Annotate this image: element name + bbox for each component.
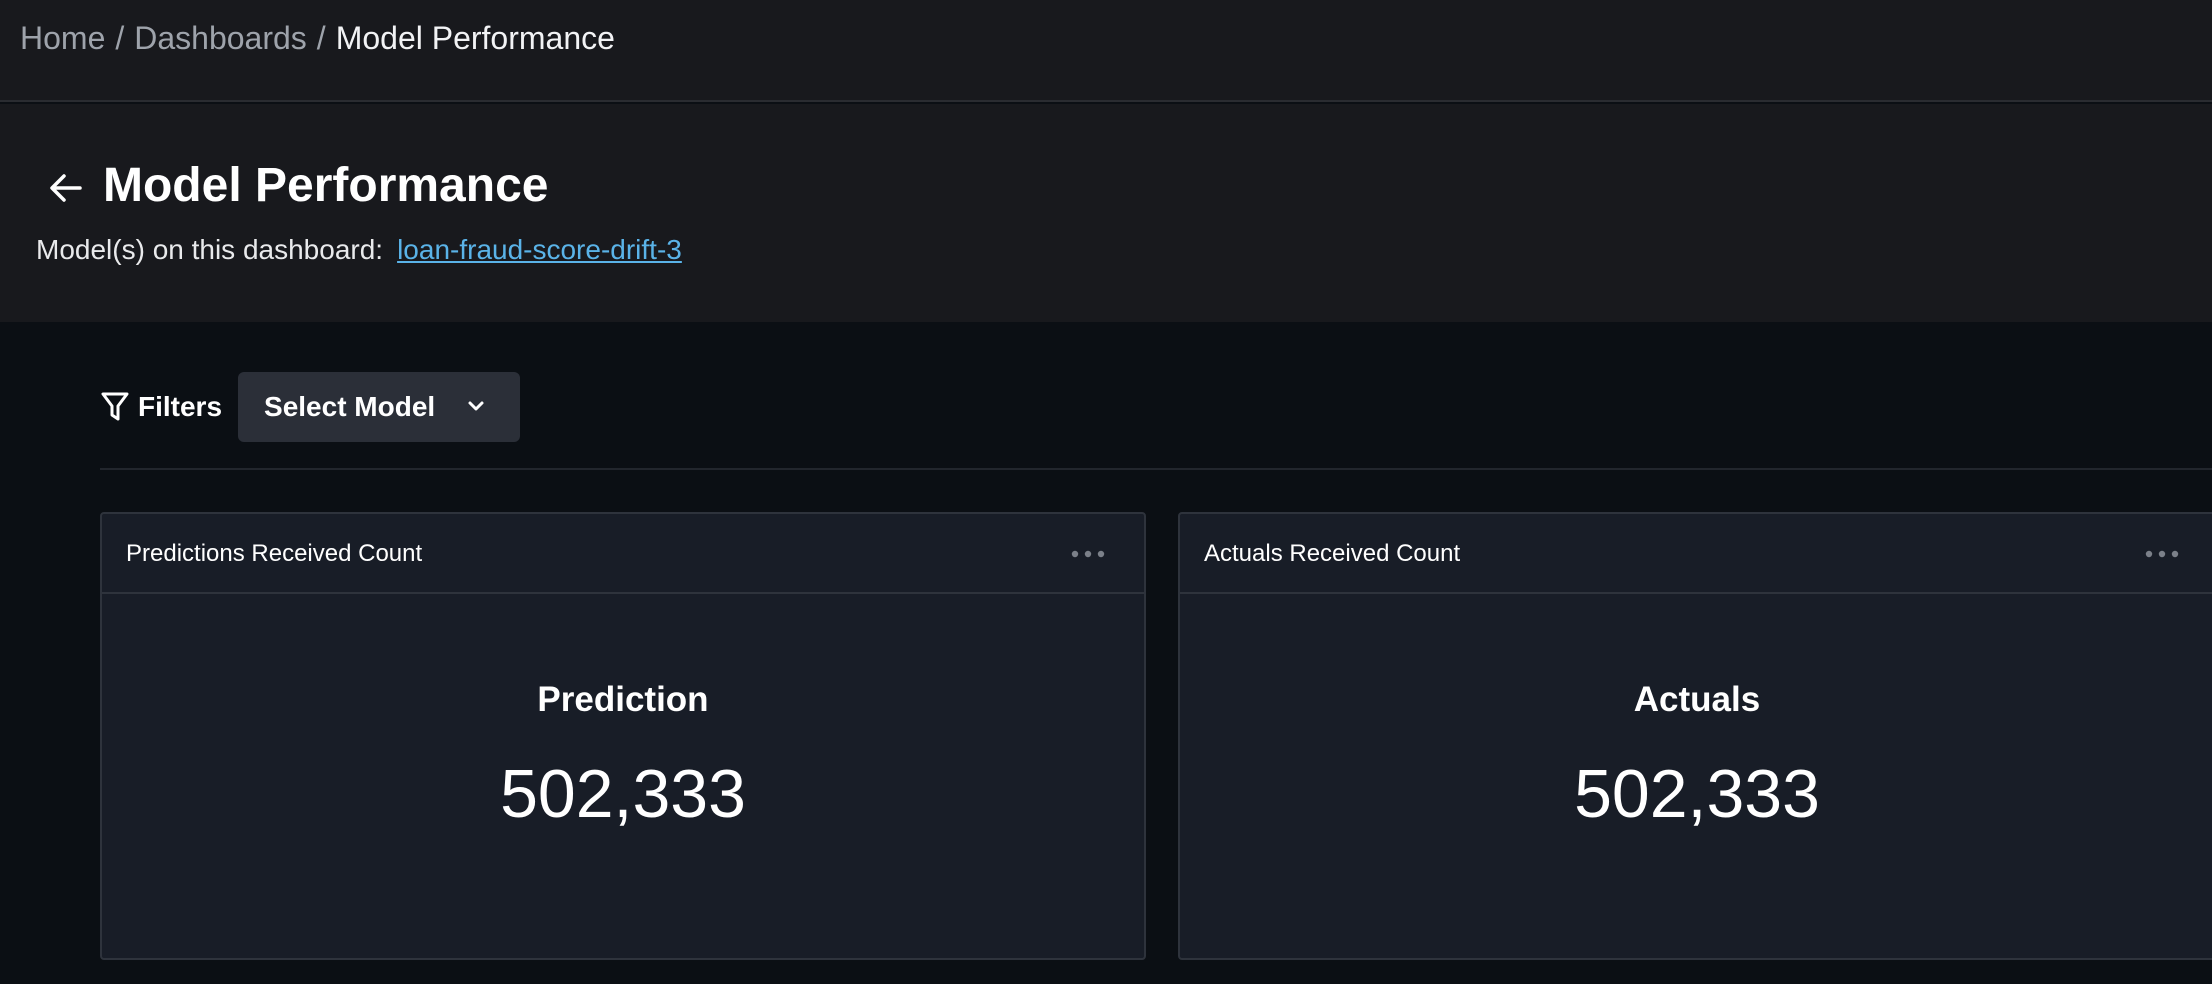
metric-label: Actuals: [1633, 680, 1761, 719]
card-header: Actuals Received Count: [1180, 514, 2212, 594]
dashboard-content: Filters Select Model Predictions Receive…: [0, 322, 2212, 984]
card-header: Predictions Received Count: [102, 514, 1144, 594]
breadcrumb-home[interactable]: Home: [20, 20, 105, 56]
metric-value: 502,333: [500, 756, 746, 832]
card-title: Predictions Received Count: [126, 540, 423, 567]
select-model-dropdown[interactable]: Select Model: [238, 372, 521, 442]
page-header: Model Performance Model(s) on this dashb…: [0, 104, 2212, 322]
more-horizontal-icon: [2145, 550, 2179, 558]
card-menu-button[interactable]: [2142, 540, 2182, 568]
select-model-label: Select Model: [264, 391, 436, 422]
filters-label-group: Filters: [100, 391, 222, 423]
breadcrumb-current: Model Performance: [335, 20, 615, 56]
breadcrumb-separator: /: [316, 20, 326, 56]
metric-label: Prediction: [537, 680, 709, 719]
metric-value: 502,333: [1574, 756, 1820, 832]
models-on-dashboard: Model(s) on this dashboard: loan-fraud-sc…: [36, 232, 682, 268]
chevron-down-icon: [468, 401, 484, 411]
model-link[interactable]: loan-fraud-score-drift-3: [397, 234, 682, 265]
filters-divider: [100, 468, 2212, 470]
actuals-received-card: Actuals Received Count Actuals 502,333: [1178, 512, 2212, 960]
breadcrumb-separator: /: [115, 20, 125, 56]
filters-bar: Filters Select Model: [100, 372, 521, 442]
models-label: Model(s) on this dashboard:: [36, 234, 384, 265]
filters-label: Filters: [138, 391, 223, 422]
arrow-left-icon: [50, 174, 82, 202]
card-body: Prediction 502,333: [102, 594, 1144, 958]
back-button[interactable]: [42, 164, 90, 212]
breadcrumb-dashboards[interactable]: Dashboards: [134, 20, 307, 56]
top-bar: Home / Dashboards / Model Performance: [0, 0, 2212, 102]
card-title: Actuals Received Count: [1204, 540, 1461, 567]
card-menu-button[interactable]: [1068, 540, 1108, 568]
card-body: Actuals 502,333: [1180, 594, 2212, 958]
more-horizontal-icon: [1071, 550, 1105, 558]
funnel-icon: [101, 392, 129, 421]
predictions-received-card: Predictions Received Count Prediction 50…: [100, 512, 1146, 960]
page-title: Model Performance: [103, 159, 549, 212]
breadcrumb: Home / Dashboards / Model Performance: [20, 18, 615, 58]
